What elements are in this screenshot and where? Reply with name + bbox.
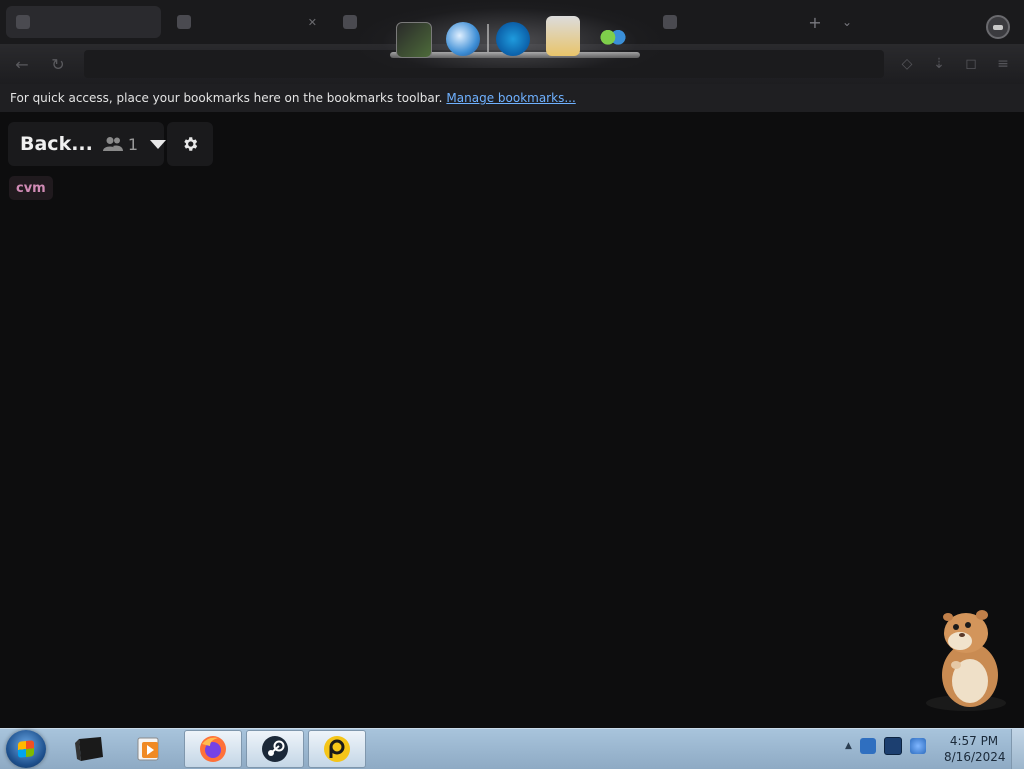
taskbar-steam[interactable] <box>246 730 304 768</box>
firefox-icon <box>200 736 226 762</box>
dock-separator <box>487 24 489 52</box>
browser-tab[interactable]: ✕ <box>167 6 327 38</box>
page-content: Back... 1 cvm <box>0 112 1024 728</box>
bookmarks-toolbar: For quick access, place your bookmarks h… <box>0 84 1024 112</box>
reload-icon[interactable]: ↻ <box>44 50 72 78</box>
steam-icon <box>262 736 288 762</box>
tag-badge[interactable]: cvm <box>9 176 53 200</box>
taskbar-media-player[interactable] <box>120 730 178 768</box>
settings-button[interactable] <box>167 122 213 166</box>
taskbar-firefox[interactable] <box>184 730 242 768</box>
room-selector-button[interactable]: Back... 1 <box>8 122 167 166</box>
browser-tab[interactable] <box>653 6 793 38</box>
tab-favicon-icon <box>663 15 677 29</box>
taskbar-clock[interactable]: 4:57 PM 8/16/2024 <box>944 733 1006 765</box>
tray-network-icon[interactable] <box>883 737 902 755</box>
globe-download-icon[interactable] <box>446 22 480 56</box>
windows-taskbar: ▲ 4:57 PM 8/16/2024 <box>0 728 1024 769</box>
tab-favicon-icon <box>343 15 357 29</box>
taskbar-monitor-app[interactable] <box>60 730 118 768</box>
list-all-tabs-button[interactable]: ⌄ <box>837 15 857 29</box>
mail-tray-icon[interactable] <box>546 16 580 56</box>
users-icon <box>102 137 123 151</box>
monitor-app-icon <box>75 737 103 761</box>
app-dock <box>360 2 660 68</box>
account-icon[interactable]: ◻ <box>960 53 982 75</box>
browser-tab-active[interactable] <box>6 6 161 38</box>
gear-icon <box>184 137 198 151</box>
new-tab-button[interactable]: + <box>803 13 827 32</box>
bookmarks-toolbar-message: For quick access, place your bookmarks h… <box>10 91 443 105</box>
media-player-icon <box>137 737 159 761</box>
manage-bookmarks-link[interactable]: Manage bookmarks... <box>446 91 575 105</box>
clock-date: 8/16/2024 <box>944 750 1006 764</box>
back-arrow-icon[interactable]: ← <box>8 50 36 78</box>
chevron-down-icon <box>150 139 167 149</box>
user-count-value: 1 <box>127 134 139 154</box>
tray-expand-arrow-icon[interactable]: ▲ <box>845 741 852 751</box>
start-button[interactable] <box>6 730 46 768</box>
pocket-icon[interactable]: ◇ <box>896 53 918 75</box>
tray-shield-icon[interactable] <box>859 738 876 754</box>
room-name: Back... <box>20 133 93 155</box>
downloads-icon[interactable]: ⇣ <box>928 53 950 75</box>
show-desktop-button[interactable] <box>1011 729 1024 769</box>
clock-time: 4:57 PM <box>949 734 999 748</box>
internet-explorer-icon[interactable] <box>496 22 530 56</box>
tab-favicon-icon <box>177 15 191 29</box>
messenger-people-icon[interactable] <box>596 22 630 56</box>
tray-sync-icon[interactable] <box>909 738 926 754</box>
remote-app-icon <box>324 736 350 762</box>
terminal-cube-icon[interactable] <box>396 22 432 58</box>
tab-close-icon[interactable]: ✕ <box>308 16 317 29</box>
system-tray: ▲ <box>845 737 926 755</box>
taskbar-remote-app[interactable] <box>308 730 366 768</box>
extension-button[interactable] <box>986 15 1010 39</box>
user-count: 1 <box>102 134 139 154</box>
tab-favicon-icon <box>16 15 30 29</box>
menu-icon[interactable]: ≡ <box>992 53 1014 75</box>
hamster-desktop-pet[interactable] <box>922 605 1008 713</box>
